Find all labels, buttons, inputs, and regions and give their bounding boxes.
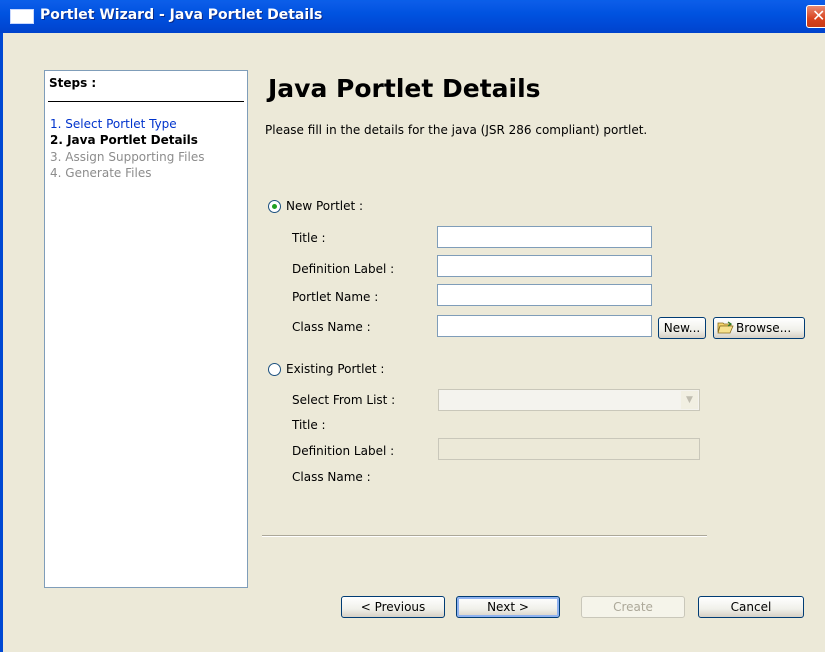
title-label: Title : (292, 231, 326, 245)
window-icon (10, 9, 34, 24)
existing-class-name-label: Class Name : (292, 470, 371, 484)
radio-selected-icon[interactable] (268, 200, 281, 213)
class-name-label: Class Name : (292, 320, 371, 334)
steps-panel: Steps : 1. Select Portlet Type 2. Java P… (44, 70, 248, 588)
close-icon: ✕ (812, 6, 825, 25)
select-from-list-label: Select From List : (292, 393, 396, 407)
definition-label-input[interactable] (437, 255, 652, 277)
create-button: Create (581, 596, 685, 618)
portlet-name-label: Portlet Name : (292, 290, 379, 304)
previous-button[interactable]: < Previous (341, 596, 445, 618)
step-assign-supporting-files: 3. Assign Supporting Files (50, 150, 205, 164)
portlet-name-input[interactable] (437, 284, 652, 306)
browse-button-label: Browse... (736, 321, 792, 335)
content-separator (262, 535, 707, 537)
existing-definition-label-label: Definition Label : (292, 444, 395, 458)
steps-divider (48, 101, 244, 102)
steps-title: Steps : (49, 76, 97, 90)
new-class-button[interactable]: New... (658, 317, 706, 339)
close-button[interactable]: ✕ (806, 5, 825, 28)
definition-label-label: Definition Label : (292, 262, 395, 276)
step-select-portlet-type[interactable]: 1. Select Portlet Type (50, 117, 177, 131)
existing-title-label: Title : (292, 418, 326, 432)
window-title: Portlet Wizard - Java Portlet Details (40, 7, 323, 23)
browse-button[interactable]: Browse... (713, 317, 805, 339)
next-button[interactable]: Next > (456, 596, 560, 618)
step-java-portlet-details: 2. Java Portlet Details (50, 133, 198, 147)
open-folder-icon (717, 321, 734, 334)
class-name-input[interactable] (437, 315, 652, 337)
select-from-list-combobox: ▼ (438, 389, 700, 411)
cancel-button[interactable]: Cancel (698, 596, 804, 618)
existing-portlet-radio[interactable]: Existing Portlet : (268, 362, 408, 378)
chevron-down-icon: ▼ (681, 391, 698, 409)
new-portlet-radio[interactable]: New Portlet : (268, 199, 388, 215)
title-input[interactable] (437, 226, 652, 248)
page-title: Java Portlet Details (268, 74, 541, 103)
existing-portlet-label: Existing Portlet : (286, 362, 385, 376)
portlet-wizard-window: Portlet Wizard - Java Portlet Details ✕ … (0, 0, 825, 652)
title-bar[interactable]: Portlet Wizard - Java Portlet Details ✕ (0, 0, 825, 33)
page-subtitle: Please fill in the details for the java … (265, 123, 648, 137)
new-portlet-label: New Portlet : (286, 199, 364, 213)
step-generate-files: 4. Generate Files (50, 166, 152, 180)
radio-unselected-icon[interactable] (268, 363, 281, 376)
existing-definition-label-input (438, 438, 700, 460)
